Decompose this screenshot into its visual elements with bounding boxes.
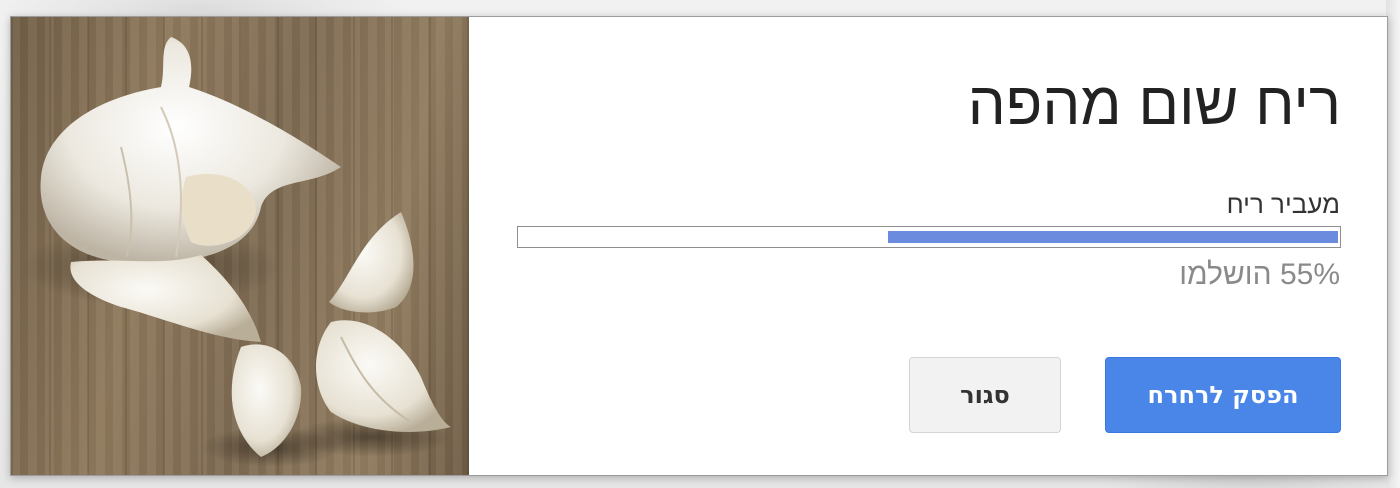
dialog-title: ריח שום מהפה xyxy=(967,70,1341,137)
garlic-image xyxy=(11,17,469,475)
status-label: מעביר ריח xyxy=(1226,189,1340,219)
progress-dialog: ריח שום מהפה מעביר ריח 55% הושלמו הפסק ל… xyxy=(10,16,1388,476)
progress-percent: 55% הושלמו xyxy=(1179,258,1340,291)
close-button[interactable]: סגור xyxy=(909,357,1061,433)
garlic-icon xyxy=(21,37,451,467)
background-scrollbar xyxy=(1386,0,1400,488)
dialog-content: ריח שום מהפה מעביר ריח 55% הושלמו הפסק ל… xyxy=(469,17,1387,475)
progress-fill xyxy=(888,231,1338,243)
stop-sniffing-button[interactable]: הפסק לרחרח xyxy=(1105,357,1341,433)
progress-bar xyxy=(517,226,1341,248)
